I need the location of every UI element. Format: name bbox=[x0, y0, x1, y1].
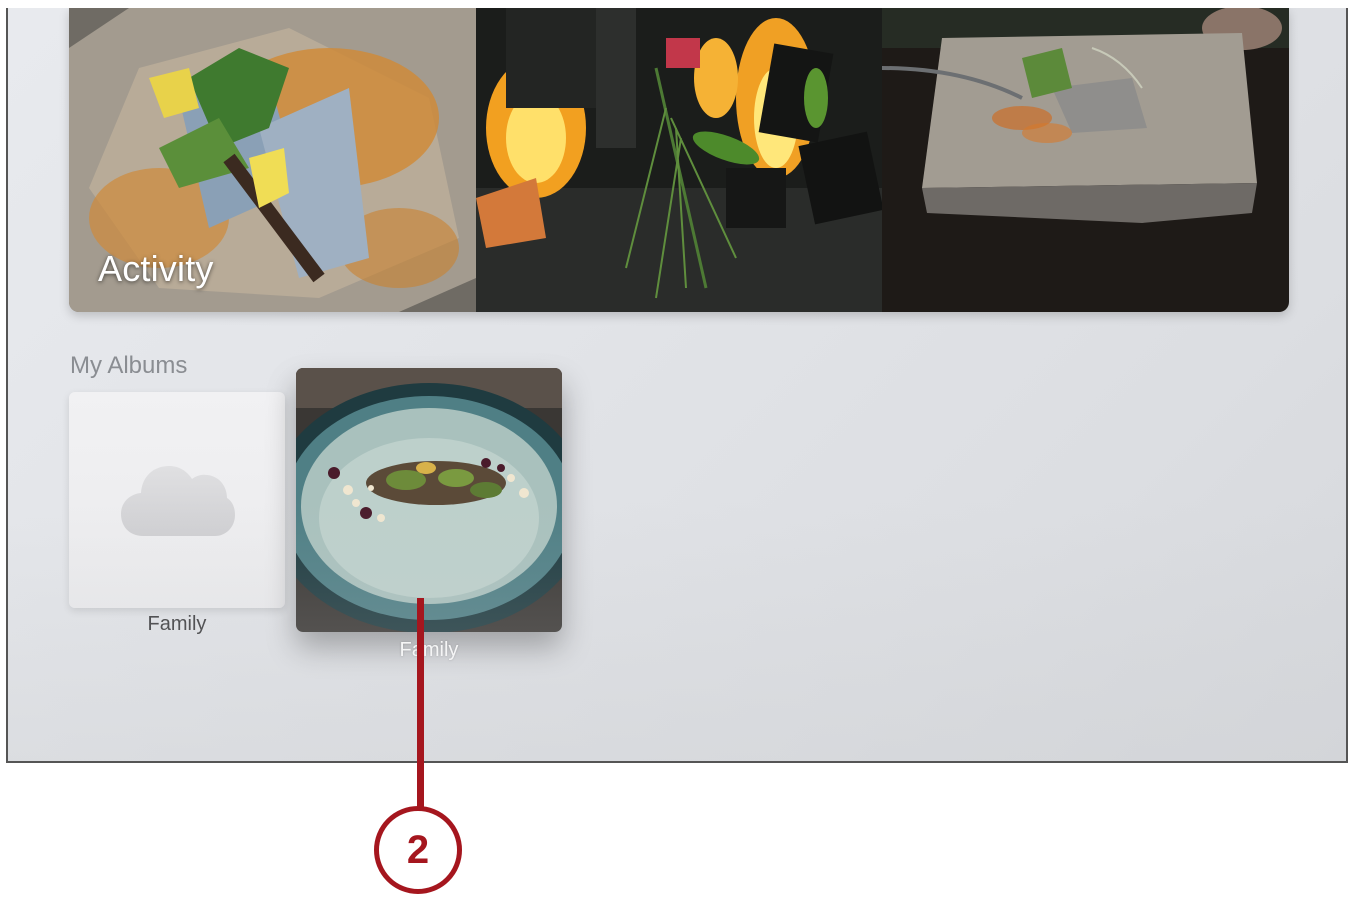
callout-marker: 2 bbox=[374, 806, 462, 894]
callout-number: 2 bbox=[406, 827, 430, 872]
album-thumbnail bbox=[69, 392, 285, 608]
album-label: Family bbox=[147, 613, 207, 635]
activity-title: Activity bbox=[98, 248, 214, 289]
tv-screen: Activity My Albums Family Family bbox=[6, 8, 1348, 763]
album-thumbnail bbox=[296, 368, 562, 632]
album-family-focused[interactable]: Family bbox=[296, 368, 562, 661]
food-plate-photo bbox=[296, 368, 562, 632]
activity-photo-2 bbox=[476, 8, 882, 312]
callout-line bbox=[417, 598, 424, 810]
activity-photo-1: Activity bbox=[69, 8, 476, 312]
album-family-icloud[interactable]: Family bbox=[69, 392, 285, 635]
my-albums-heading: My Albums bbox=[70, 352, 188, 379]
activity-banner[interactable]: Activity bbox=[69, 8, 1289, 312]
album-label: Family bbox=[399, 639, 459, 661]
activity-photo-3 bbox=[882, 8, 1289, 312]
cloud-icon bbox=[121, 466, 235, 536]
